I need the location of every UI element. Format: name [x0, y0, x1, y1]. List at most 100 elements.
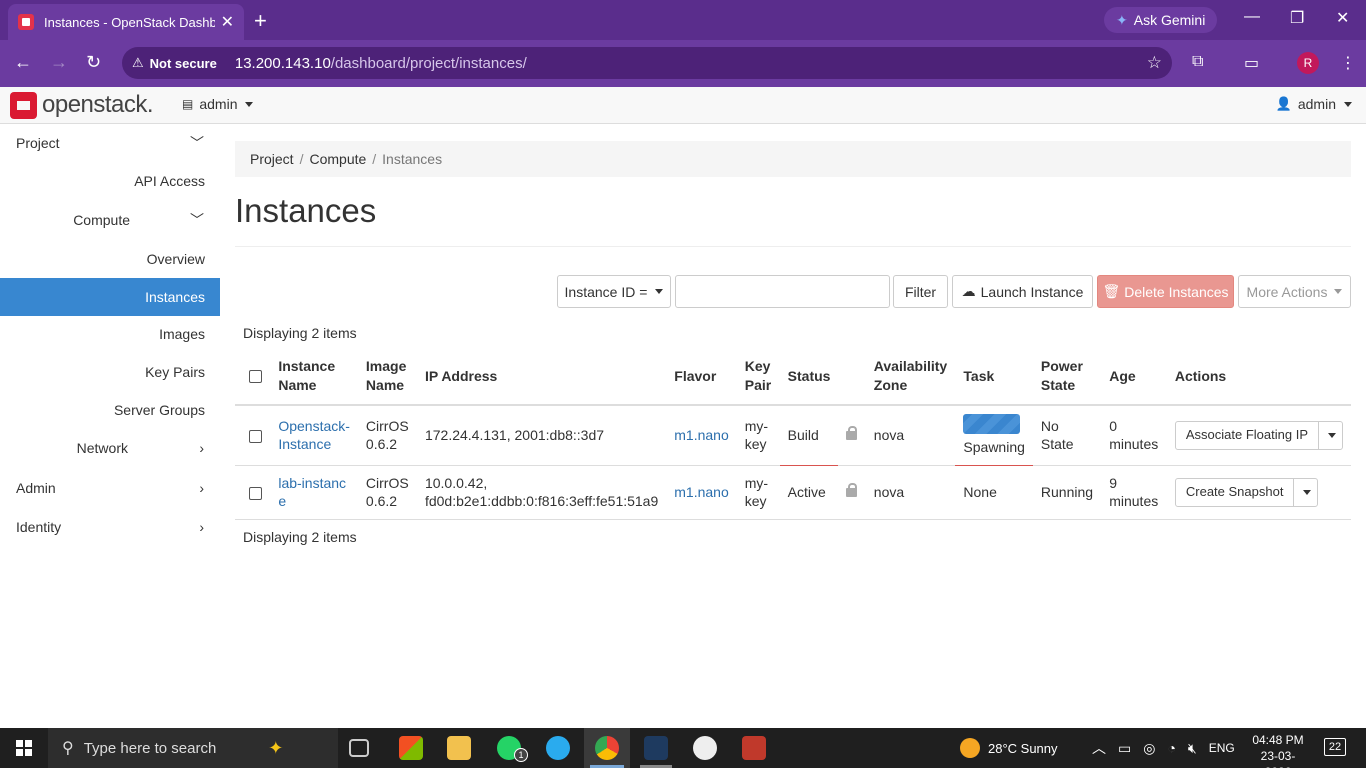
close-tab-icon[interactable]: ✕: [221, 12, 234, 32]
task-text: None: [963, 484, 997, 500]
extensions-icon[interactable]: ⧉: [1192, 53, 1203, 71]
instance-name-text[interactable]: e: [278, 493, 286, 509]
sidebar-item-overview[interactable]: Overview: [0, 240, 220, 278]
sidebar-item-server-groups[interactable]: Server Groups: [0, 391, 220, 429]
taskbar-clock[interactable]: 04:48 PM 23-03-2026: [1248, 732, 1308, 768]
microsoft-store-icon[interactable]: [399, 736, 423, 760]
sidebar-item-instances[interactable]: Instances: [0, 278, 220, 316]
column-instance-name[interactable]: Instance Name: [270, 348, 358, 406]
filter-button[interactable]: Filter: [893, 275, 948, 308]
task-cell: None: [955, 465, 1033, 520]
restore-icon[interactable]: ❐: [1290, 8, 1304, 28]
select-all-checkbox[interactable]: [249, 370, 262, 384]
cell-text: 0 minutes: [1109, 418, 1159, 453]
instance-name-text[interactable]: lab-instanc: [278, 475, 346, 491]
column-ip-address[interactable]: IP Address: [416, 348, 667, 406]
header-text: Power: [1040, 358, 1083, 374]
filter-field-label: Instance ID =: [564, 283, 648, 300]
volume-muted-icon[interactable]: 🔇︎: [1188, 740, 1197, 757]
windows-start-icon[interactable]: [16, 740, 32, 756]
instance-name-link[interactable]: lab-instanc e: [270, 465, 358, 520]
instance-name-text[interactable]: Instance: [278, 436, 331, 452]
tab-search-icon[interactable]: ▭: [1244, 53, 1259, 73]
taskbar-search[interactable]: ⚲ Type here to search ✦: [48, 728, 338, 768]
reload-icon[interactable]: ↻: [86, 52, 101, 73]
create-snapshot-button[interactable]: Create Snapshot: [1176, 479, 1294, 506]
column-power-state[interactable]: Power State: [1032, 348, 1102, 406]
column-flavor[interactable]: Flavor: [666, 348, 737, 406]
user-menu[interactable]: 👤 admin: [1276, 96, 1352, 112]
close-window-icon[interactable]: ✕: [1336, 8, 1349, 28]
user-menu-label: admin: [1297, 96, 1336, 112]
age-cell: 9 minutes: [1101, 465, 1167, 520]
sidebar-item-images[interactable]: Images: [0, 315, 220, 353]
profile-avatar[interactable]: R: [1297, 52, 1319, 74]
file-explorer-icon[interactable]: [447, 736, 471, 760]
delete-instances-button[interactable]: 🗑 Delete Instances: [1097, 275, 1234, 308]
sidebar-item-admin[interactable]: Admin ›: [0, 469, 220, 507]
cell-text: nova: [873, 484, 905, 500]
back-icon[interactable]: ←: [14, 52, 32, 73]
chrome-icon[interactable]: [595, 736, 619, 760]
column-age[interactable]: Age: [1101, 348, 1167, 406]
language-indicator[interactable]: ENG: [1209, 741, 1235, 755]
chevron-up-icon[interactable]: ︿: [1092, 738, 1106, 758]
row-checkbox[interactable]: [249, 486, 262, 500]
row-checkbox[interactable]: [249, 430, 262, 444]
llama-app-icon[interactable]: [693, 736, 717, 760]
browser-tab[interactable]: Instances - OpenStack Dashboard ✕: [8, 4, 244, 40]
ask-gemini-button[interactable]: ✦ Ask Gemini: [1104, 7, 1218, 33]
flavor-link[interactable]: m1.nano: [674, 427, 728, 443]
more-actions-button[interactable]: More Actions: [1238, 275, 1351, 308]
sidebar-item-identity[interactable]: Identity ›: [0, 508, 220, 546]
browser-menu-icon[interactable]: ⋮: [1340, 53, 1356, 73]
arch-linux-icon[interactable]: [644, 736, 668, 760]
notification-center-icon[interactable]: 22: [1324, 738, 1346, 756]
search-placeholder: Type here to search: [83, 739, 217, 757]
sidebar-item-project[interactable]: Project ﹀: [0, 124, 220, 162]
row-actions-dropdown[interactable]: [1318, 421, 1342, 449]
forward-icon[interactable]: →: [50, 52, 68, 73]
cell-text: 0.6.2: [365, 493, 398, 509]
instance-name-text[interactable]: Openstack-: [278, 418, 350, 434]
site-security-chip[interactable]: ⚠ Not secure: [132, 55, 227, 71]
instance-name-link[interactable]: Openstack- Instance: [270, 405, 358, 466]
wifi-icon[interactable]: ◔: [1167, 740, 1175, 756]
associate-floating-ip-button[interactable]: Associate Floating IP: [1176, 422, 1318, 449]
sidebar-item-network[interactable]: Network ›: [0, 429, 220, 467]
column-key-pair[interactable]: Key Pair: [736, 348, 780, 406]
filter-field-dropdown[interactable]: Instance ID =: [557, 275, 671, 308]
project-selector-label: admin: [199, 96, 238, 112]
breadcrumb-project[interactable]: Project: [250, 151, 294, 167]
column-task[interactable]: Task: [955, 348, 1033, 406]
row-actions-dropdown[interactable]: [1293, 478, 1317, 506]
sidebar-item-key-pairs[interactable]: Key Pairs: [0, 353, 220, 391]
address-bar[interactable]: ⚠ Not secure 13.200.143.10/dashboard/pro…: [122, 47, 1172, 79]
flavor-link[interactable]: m1.nano: [674, 484, 728, 500]
bookmark-star-icon[interactable]: ☆: [1147, 53, 1162, 73]
cell-text: my-: [744, 418, 769, 435]
header-text: Key: [744, 358, 771, 374]
weather-widget[interactable]: 28°C Sunny: [960, 728, 1058, 768]
telegram-icon[interactable]: [546, 736, 570, 760]
putty-icon[interactable]: [742, 736, 766, 760]
task-text: Spawning: [963, 439, 1025, 456]
sidebar-item-api-access[interactable]: API Access: [0, 162, 220, 200]
new-tab-button[interactable]: +: [254, 8, 267, 34]
launch-instance-button[interactable]: ☁ Launch Instance: [952, 275, 1093, 308]
minimize-icon[interactable]: —: [1244, 8, 1260, 26]
column-availability-zone[interactable]: Availability Zone: [865, 348, 956, 406]
filter-input[interactable]: [675, 275, 890, 308]
battery-icon[interactable]: ▭: [1118, 740, 1131, 757]
cell-text: 10.0.0.42,: [424, 475, 488, 491]
column-status[interactable]: Status: [779, 348, 839, 406]
breadcrumb-compute[interactable]: Compute: [309, 151, 366, 167]
flavor-cell: m1.nano: [666, 465, 737, 520]
sidebar-item-compute[interactable]: Compute ﹀: [0, 201, 220, 239]
project-selector[interactable]: ▤ admin: [182, 96, 254, 112]
column-image-name[interactable]: Image Name: [357, 348, 417, 406]
meet-now-icon[interactable]: ◎: [1143, 740, 1155, 757]
task-view-icon[interactable]: [349, 739, 369, 757]
openstack-logo[interactable]: openstack.: [10, 91, 154, 119]
browser-tab-strip: Instances - OpenStack Dashboard ✕ + ✦ As…: [0, 0, 1366, 40]
